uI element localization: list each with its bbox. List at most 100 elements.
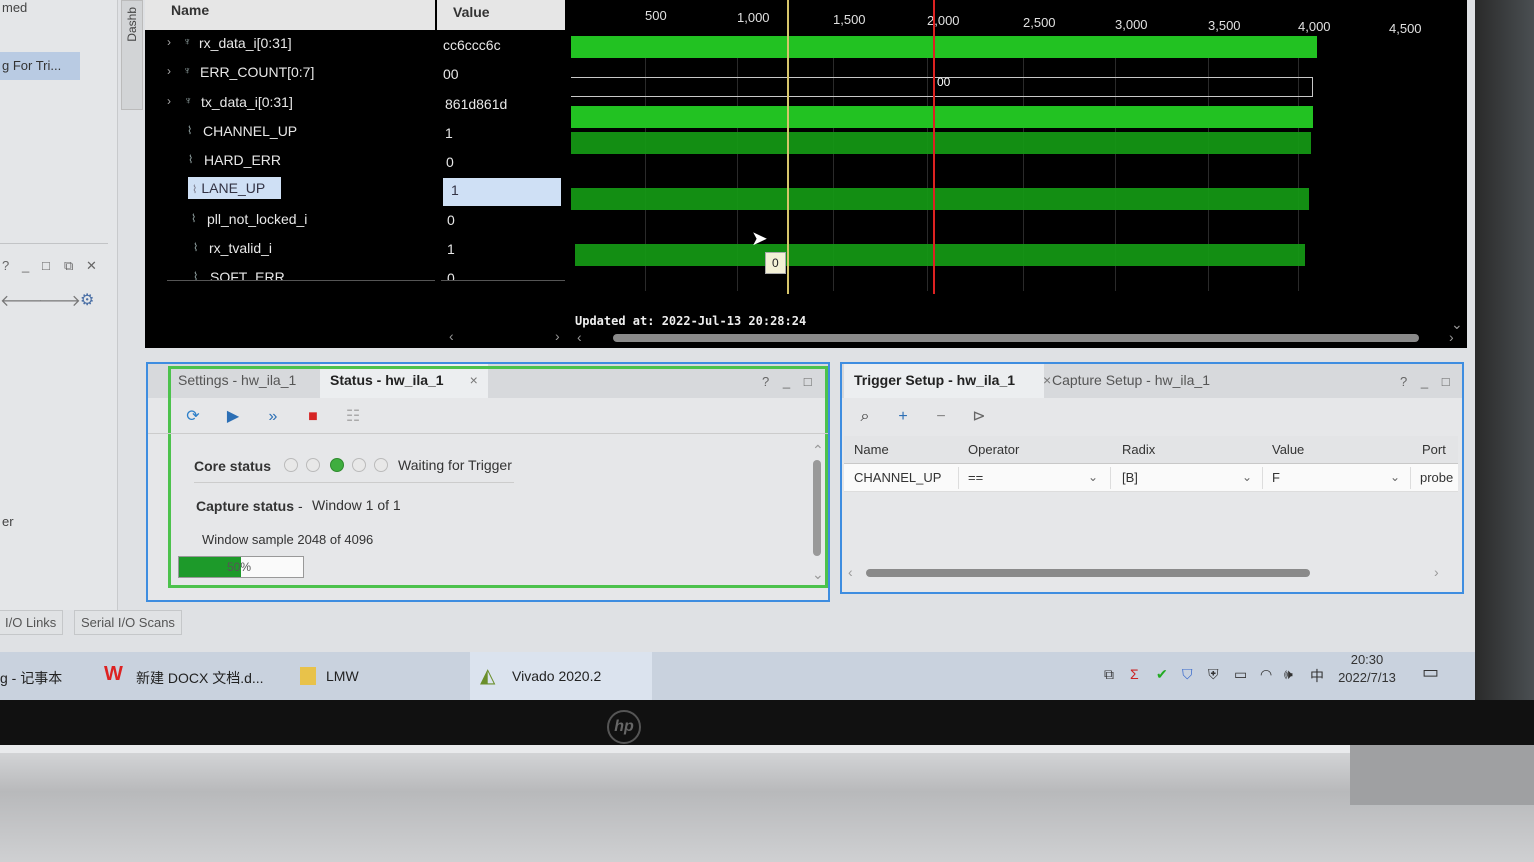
help-icon[interactable]: ? [2,258,9,273]
operator-select[interactable]: == [968,470,983,485]
battery-icon[interactable]: ▭ [1234,666,1247,683]
tray-app-icon[interactable]: ⧉ [1104,666,1114,683]
minimize-icon[interactable]: _ [22,258,29,273]
radix-select[interactable]: [B] [1122,470,1138,485]
search-icon[interactable]: ⌕ [854,406,876,428]
scroll-thumb[interactable] [813,460,821,556]
trigger-hscrollbar[interactable]: ‹ › [846,564,1442,580]
volume-icon[interactable]: 🕪 [1284,666,1293,683]
signal-row[interactable]: › ♆ rx_data_i[0:31] [167,30,435,58]
signal-row-selected[interactable]: ⌇ LANE_UP [167,176,435,204]
chevron-down-icon[interactable]: ⌄ [1390,470,1400,484]
stop-icon[interactable]: ■ [302,406,324,428]
expand-chevron-icon[interactable]: › [167,64,171,78]
close-icon[interactable]: ✕ [86,258,97,274]
scroll-left-icon[interactable]: ‹ [577,329,582,345]
cursor-marker[interactable] [787,0,789,294]
signal-row[interactable]: ⌇ SOFT_ERR [167,264,435,280]
taskbar-item-notepad[interactable]: g - 记事本 [0,652,92,700]
tab-capture-setup[interactable]: Capture Setup - hw_ila_1 [1042,364,1220,398]
signal-row[interactable]: ⌇ pll_not_locked_i [167,206,435,234]
tab-io-links[interactable]: I/O Links [0,610,64,635]
wifi-icon[interactable]: ◠ [1260,666,1272,683]
chevron-down-icon[interactable]: ⌄ [1242,470,1252,484]
tray-security-icon[interactable]: ⛨ [1208,666,1219,683]
tab-serial-io-scans[interactable]: Serial I/O Scans [74,610,182,635]
signal-row[interactable]: ⌇ rx_tvalid_i [167,235,435,263]
scroll-right-icon[interactable]: › [555,328,560,344]
waveform-trace-channel-up [571,132,1311,154]
gate-icon[interactable]: ⊳ [968,406,990,428]
scroll-left-icon[interactable]: ‹ [449,328,454,344]
expand-chevron-icon[interactable]: › [167,35,171,49]
waveform-canvas[interactable]: 500 1,000 1,500 2,000 2,500 3,000 3,500 … [571,0,1451,334]
scroll-up-icon[interactable]: ⌃ [812,442,824,459]
signal-value: 1 [447,241,455,257]
notification-icon[interactable]: ▭ [1422,662,1439,683]
value-hscrollbar[interactable]: ‹ › [445,328,567,344]
tray-shield-icon[interactable]: ⛉ [1182,666,1193,683]
scroll-down-icon[interactable]: ⌄ [1451,316,1463,333]
chevron-down-icon[interactable]: ⌄ [1088,470,1098,484]
signal-value-row[interactable]: 861d861d [441,91,565,119]
cell-divider [1262,467,1263,489]
column-header[interactable]: Radix [1122,442,1155,457]
run-immediate-icon[interactable]: » [262,406,284,428]
signal-value-row[interactable]: 00 [441,61,565,89]
column-header[interactable]: Value [1272,442,1304,457]
scroll-thumb[interactable] [866,569,1310,577]
trigger-tabbar: Trigger Setup - hw_ila_1 × Capture Setup … [842,364,1462,398]
restore-icon[interactable]: □ [42,258,50,273]
signal-row[interactable]: › ♆ tx_data_i[0:31] [167,89,435,117]
signal-value-row[interactable]: 0 [441,207,565,235]
value-select[interactable]: F [1272,470,1280,485]
value-column-header[interactable]: Value [437,0,565,30]
column-header[interactable]: Name [854,442,889,457]
maximize-icon[interactable]: □ [1442,374,1450,389]
float-icon[interactable]: ⧉ [64,258,73,274]
tab-trigger-setup[interactable]: Trigger Setup - hw_ila_1 × [844,364,1051,398]
input-language-indicator[interactable]: 中 [1310,666,1324,686]
taskbar-item-docx[interactable]: W 新建 DOCX 文档.d... [96,652,286,700]
gear-icon[interactable]: ⚙ [80,290,94,310]
column-header[interactable]: Port [1422,442,1446,457]
signal-row[interactable]: › ♆ ERR_COUNT[0:7] [167,59,435,87]
scroll-left-icon[interactable]: ‹ [848,564,853,580]
scroll-thumb[interactable] [613,334,1419,342]
help-icon[interactable]: ? [1400,374,1407,389]
left-pane-selected-item[interactable]: g For Tri... [0,52,80,80]
add-icon[interactable]: + [892,406,914,428]
trigger-table-row[interactable]: CHANNEL_UP == ⌄ [B] ⌄ F ⌄ probe [844,464,1458,492]
signal-value-row[interactable]: 1 [441,236,565,264]
status-vscrollbar[interactable]: ⌃ ⌄ [810,442,824,582]
taskbar-clock[interactable]: 20:30 2022/7/13 [1337,652,1397,685]
scroll-right-icon[interactable]: › [1434,564,1439,580]
waveform-hscrollbar[interactable]: ‹ › [577,329,1461,345]
signal-row[interactable]: ⌇ HARD_ERR [167,147,435,175]
forward-arrow-icon[interactable]: 🡒 [38,290,81,311]
tab-label: Trigger Setup - hw_ila_1 [854,372,1016,388]
scroll-down-icon[interactable]: ⌄ [812,566,824,583]
taskbar-item-vivado[interactable]: ◭ Vivado 2020.2 [470,652,652,700]
expand-chevron-icon[interactable]: › [167,94,171,108]
name-column-header[interactable]: Name [145,0,435,30]
tray-sigma-icon[interactable]: Σ [1130,666,1139,682]
column-header[interactable]: Operator [968,442,1019,457]
run-trigger-icon[interactable]: ▶ [222,406,244,428]
divider [167,280,435,281]
signal-row[interactable]: ⌇ CHANNEL_UP [167,118,435,146]
signal-value-row-selected[interactable]: 1 [443,178,561,206]
export-icon[interactable]: ☷ [342,406,364,428]
signal-value-row[interactable]: 0 [441,265,565,280]
back-arrow-icon[interactable]: 🡐 [0,290,43,311]
auto-retrigger-icon[interactable]: ⟳ [182,406,204,428]
minimize-icon[interactable]: _ [1421,374,1428,389]
tray-check-icon[interactable]: ✔ [1156,666,1168,683]
remove-icon[interactable]: − [930,406,952,428]
taskbar-item-lmw[interactable]: LMW [290,652,466,700]
signal-value-row[interactable]: cc6ccc6c [441,32,565,60]
dashboard-vertical-tab[interactable]: Dashb [121,0,143,110]
signal-value-row[interactable]: 0 [441,149,565,177]
signal-value-row[interactable]: 1 [441,120,565,148]
trigger-marker[interactable] [933,0,935,294]
